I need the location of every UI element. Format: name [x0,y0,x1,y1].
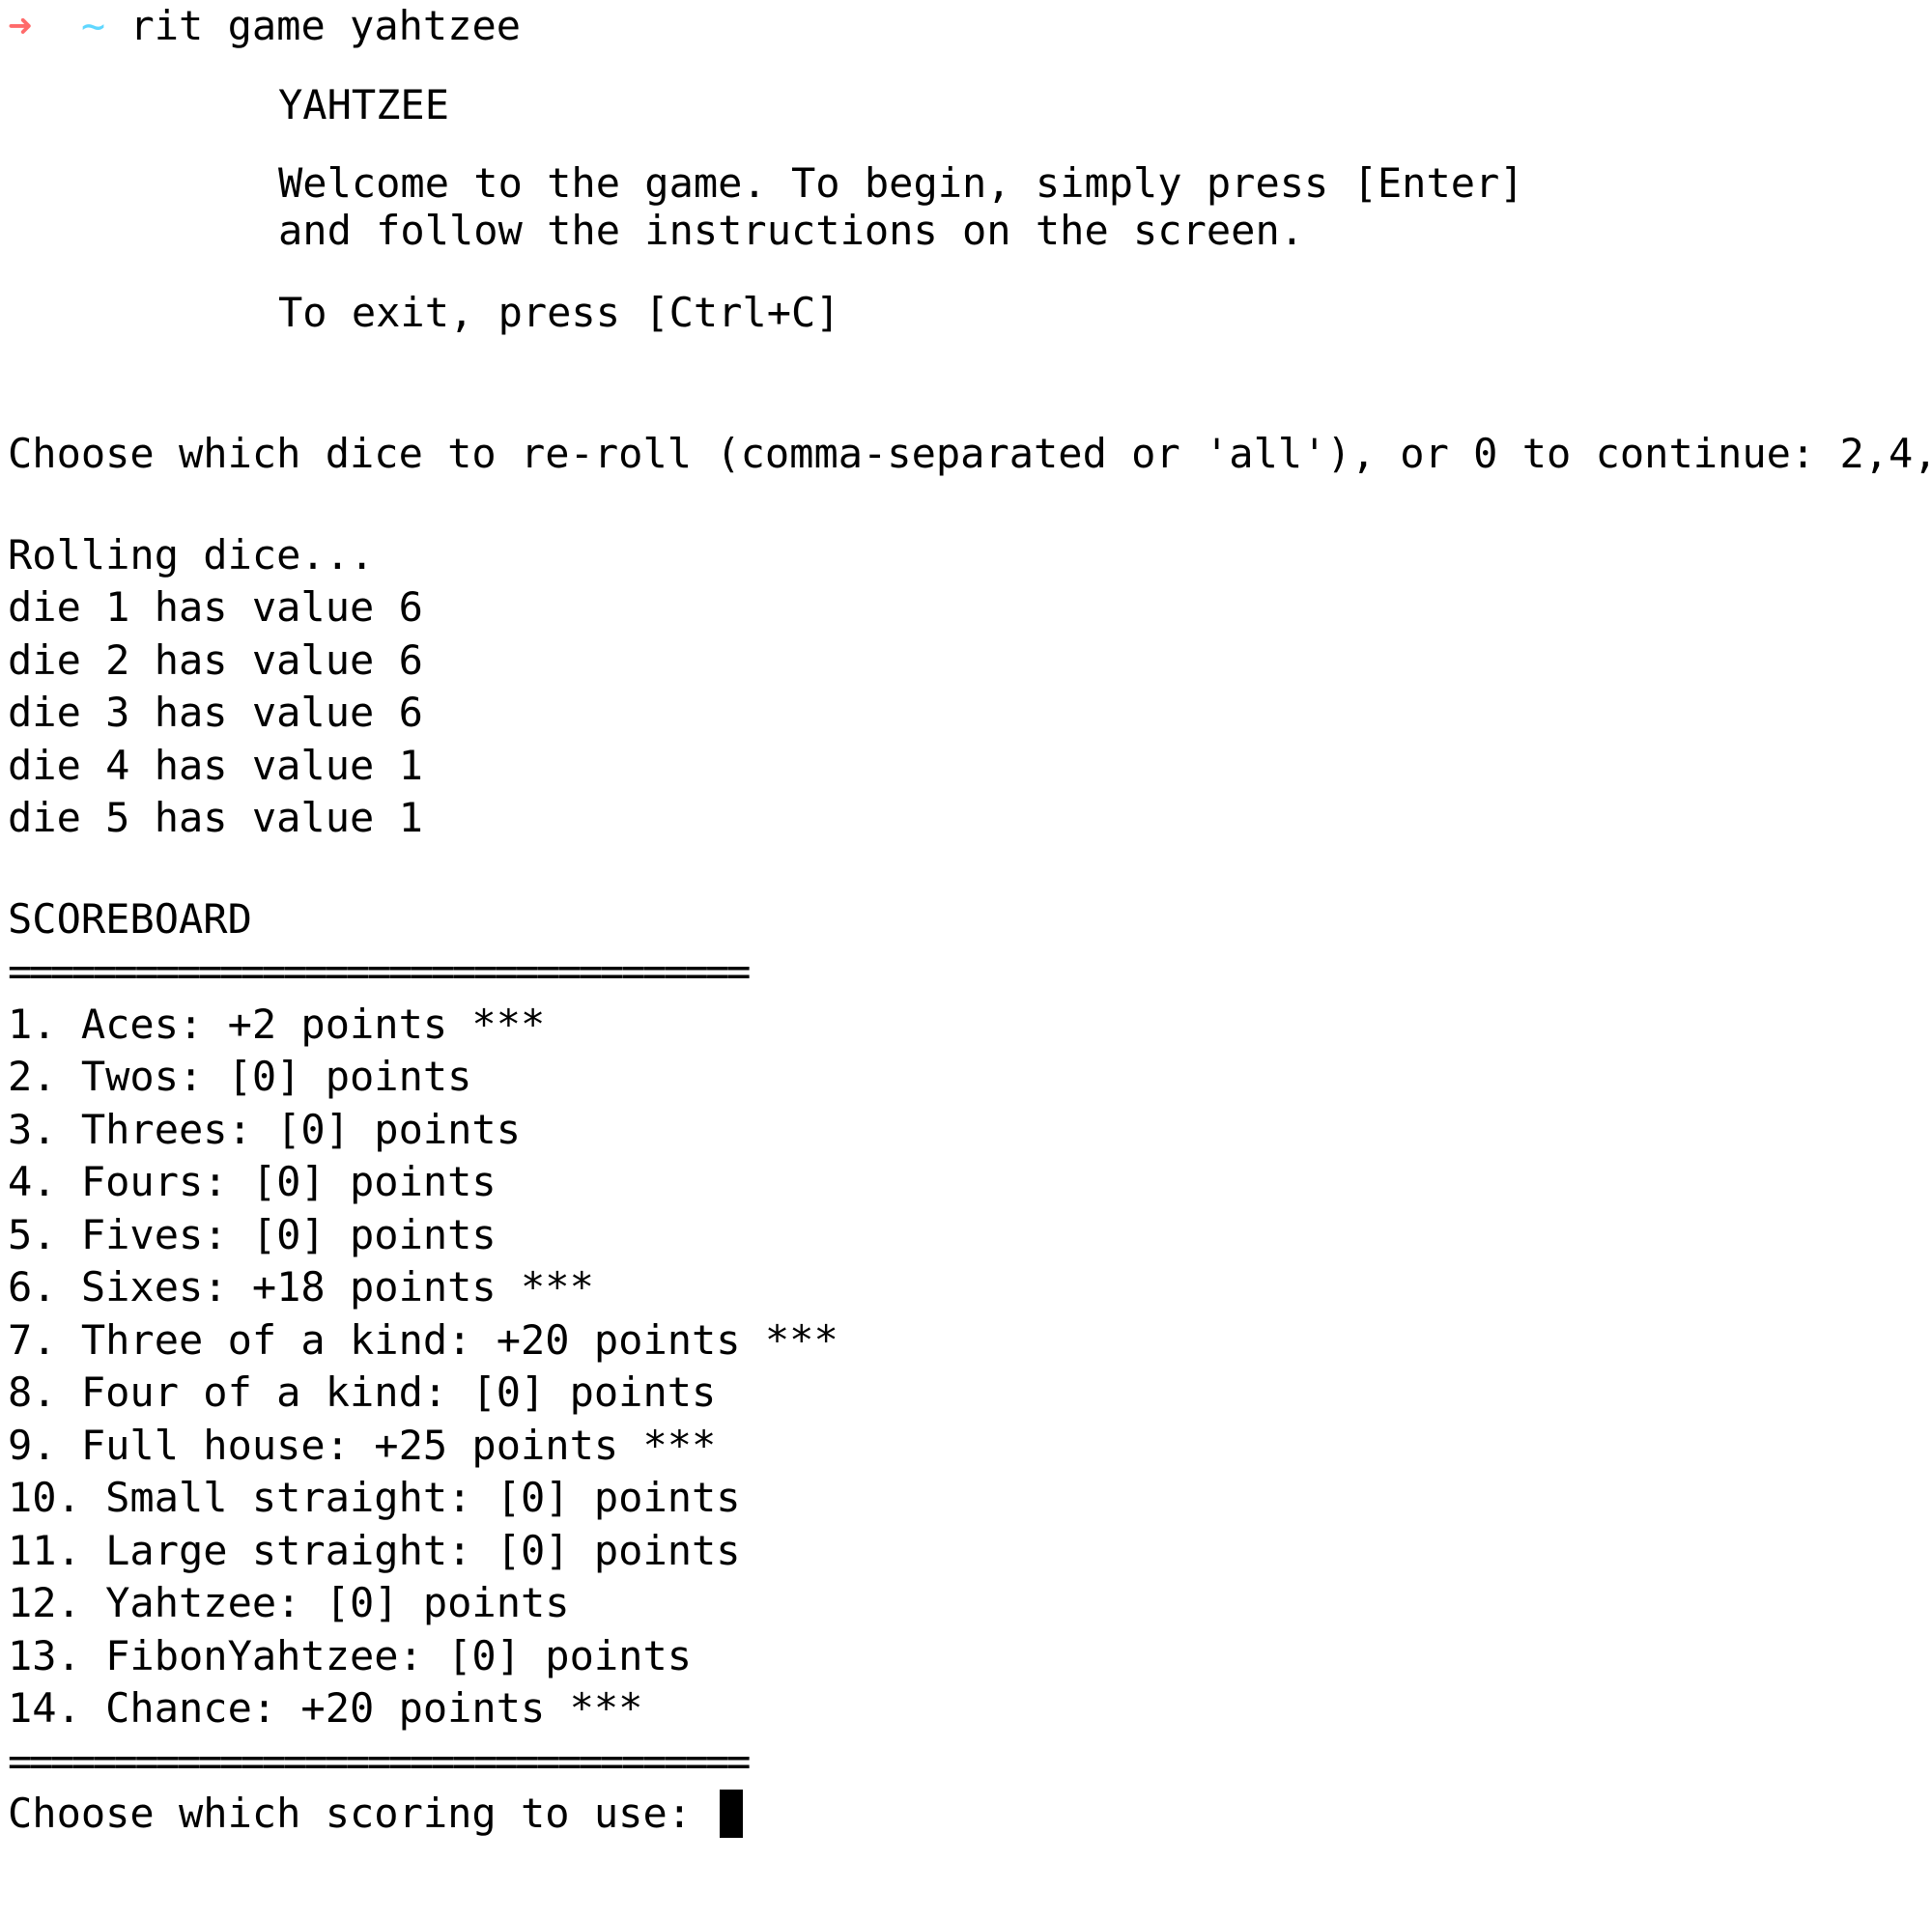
prompt-cwd: ~ [80,2,106,49]
die-result: die 4 has value 1 [8,741,423,789]
scoring-prompt: Choose which scoring to use: [8,1790,717,1837]
score-entry-three-of-a-kind: 7. Three of a kind: +20 points *** [8,1315,838,1364]
score-entry-fours: 4. Fours: [0] points [8,1158,497,1205]
reroll-answer: 2,4,5 [1839,430,1932,477]
score-entry-full-house: 9. Full house: +25 points *** [8,1421,717,1469]
reroll-prompt-line: Choose which dice to re-roll (comma-sepa… [8,428,1932,481]
rolling-header: Rolling dice... [8,530,375,578]
score-entry-four-of-a-kind: 8. Four of a kind: [0] points [8,1368,717,1416]
terminal-output: ➜ ~ rit game yahtzee YAHTZEE Welcome to … [8,0,1932,1841]
score-entry-fives: 5. Fives: [0] points [8,1210,497,1258]
rolling-section: Rolling dice... die 1 has value 6 die 2 … [8,529,1920,845]
score-entry-chance: 14. Chance: +20 points *** [8,1684,643,1732]
score-entry-fibonyahtzee: 13. FibonYahtzee: [0] points [8,1631,693,1679]
prompt-arrow-icon: ➜ [8,2,33,49]
shell-prompt-line: ➜ ~ rit game yahtzee [8,0,1920,53]
score-entry-yahtzee: 12. Yahtzee: [0] points [8,1579,570,1626]
score-entry-large-straight: 11. Large straight: [0] points [8,1526,741,1574]
score-entry-sixes: 6. Sixes: +18 points *** [8,1263,594,1311]
welcome-line-1: Welcome to the game. To begin, simply pr… [278,159,1524,207]
game-title: YAHTZEE [278,80,450,128]
reroll-question: Choose which dice to re-roll (comma-sepa… [8,430,1840,477]
score-entry-threes: 3. Threes: [0] points [8,1105,522,1153]
shell-command: rit game yahtzee [129,2,522,49]
scoreboard-title: SCOREBOARD [8,894,252,943]
score-entry-small-straight: 10. Small straight: [0] points [8,1474,741,1521]
scoreboard: SCOREBOARD =============================… [8,893,1920,1789]
welcome-line-2: and follow the instructions on the scree… [278,206,1305,254]
exit-instructions: To exit, press [Ctrl+C] [278,288,840,336]
scoring-input-line[interactable]: Choose which scoring to use: [8,1788,1920,1841]
scoreboard-top-divider: =================================== [8,947,751,995]
score-entry-twos: 2. Twos: [0] points [8,1053,472,1100]
die-result: die 2 has value 6 [8,635,423,684]
die-result: die 3 has value 6 [8,689,423,736]
die-result: die 1 has value 6 [8,583,423,631]
terminal-cursor[interactable] [720,1789,744,1838]
score-entry-aces: 1. Aces: +2 points *** [8,1000,546,1048]
die-result: die 5 has value 1 [8,794,423,841]
scoreboard-bottom-divider: =================================== [8,1736,751,1785]
